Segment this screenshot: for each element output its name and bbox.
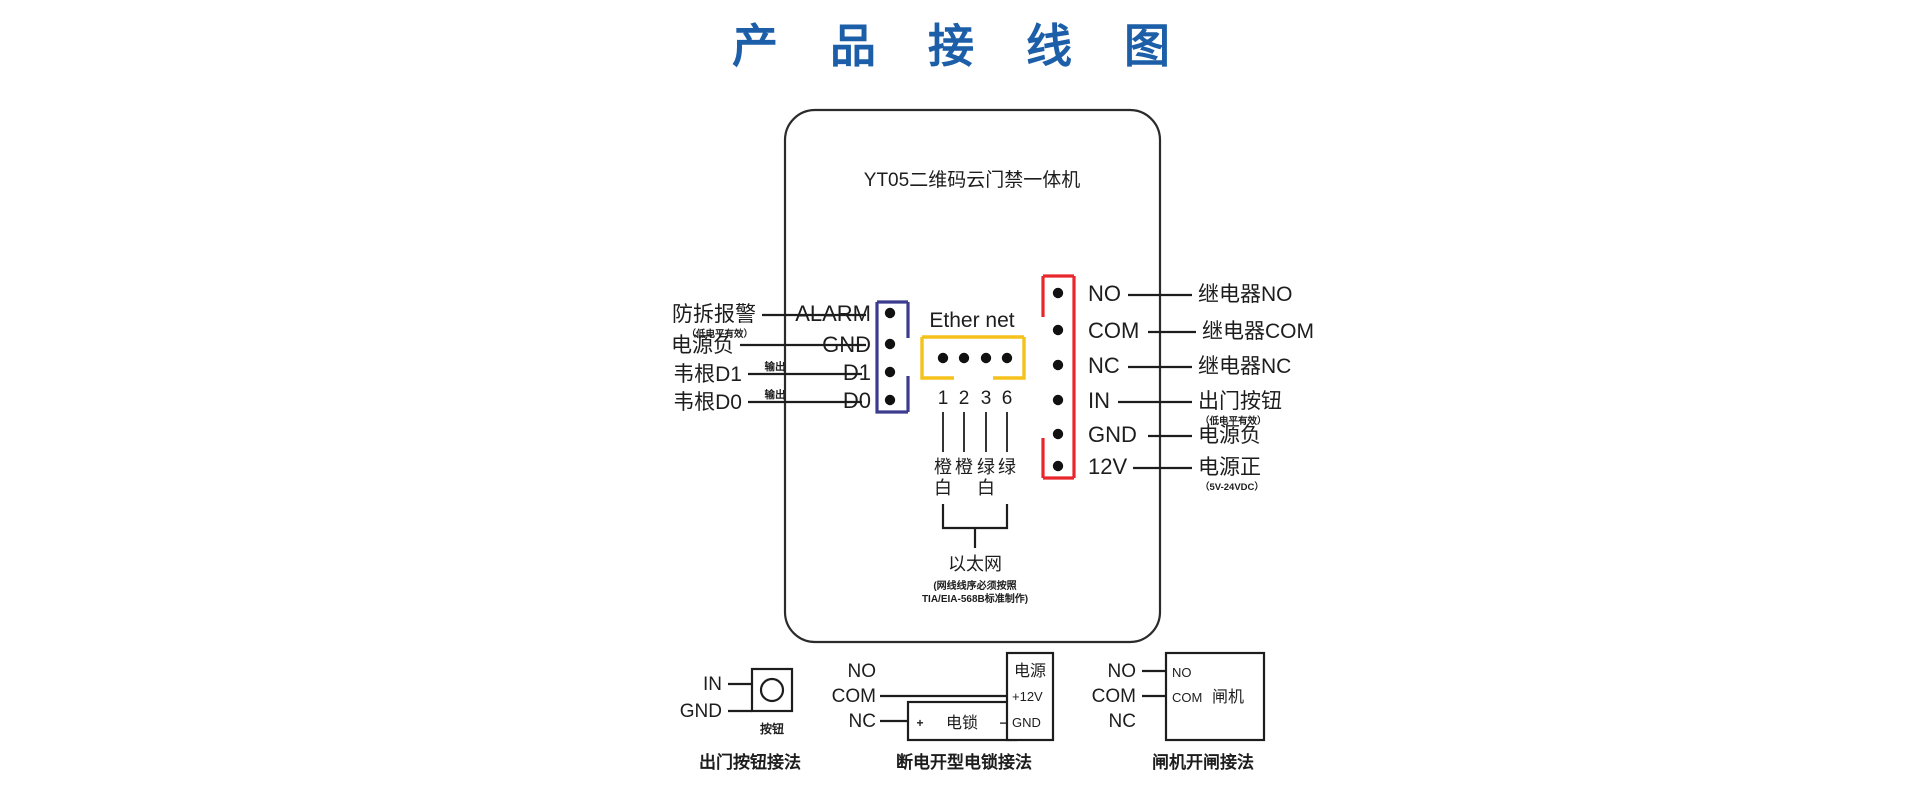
left-desc-0: 防拆报警 (672, 303, 756, 326)
right-pin-label-4: GND (1088, 422, 1137, 447)
turnstile-pin-1: COM (1092, 686, 1136, 707)
sub-diagram-turnstile: NO COM NC NO COM 闸机 闸机开闸接法 (1092, 651, 1266, 772)
turnstile-pin-2: NC (1109, 711, 1136, 732)
left-pin-label-0: ALARM (795, 301, 871, 326)
right-desc-5-sub: （5V-24VDC） (1200, 481, 1264, 493)
ethernet-wire-color-top-2: 绿 (977, 457, 995, 477)
right-desc-5: 电源正 (1198, 456, 1261, 479)
left-pin-label-2: D1 (843, 360, 871, 385)
supply-ground-label: GND (1012, 715, 1041, 730)
ethernet-pin-number-2: 3 (981, 388, 992, 409)
device-name: YT05二维码云门禁一体机 (864, 169, 1080, 191)
lock-pin-2: NC (849, 711, 876, 732)
turnstile-box-pin-0: NO (1172, 665, 1192, 680)
ethernet-wire-color-bottom-2: 白 (977, 478, 995, 498)
lock-minus-label: − (999, 716, 1006, 730)
lock-plus-label: + (916, 716, 923, 730)
right-pin-label-3: IN (1088, 388, 1110, 413)
ethernet-pin-number-3: 6 (1002, 388, 1013, 409)
ethernet-wire-color-bottom-0: 白 (934, 478, 952, 498)
supply-positive-label: +12V (1012, 689, 1043, 704)
ethernet-wire-color-top-3: 绿 (998, 457, 1016, 477)
turnstile-caption: 闸机开闸接法 (1152, 752, 1254, 772)
turnstile-pin-0: NO (1108, 661, 1137, 682)
ethernet-note-line-2: TIA/EIA-568B标准制作) (922, 592, 1028, 605)
supply-label: 电源 (1014, 662, 1046, 680)
left-pin-label-3: D0 (843, 388, 871, 413)
right-desc-3: 出门按钮 (1198, 390, 1282, 413)
ethernet-pin-number-1: 2 (959, 388, 970, 409)
wiring-diagram-page: 产 品 接 线 图 YT05二维码云门禁一体机 ALARM GND D1 D0 (0, 0, 1920, 810)
turnstile-box-label: 闸机 (1212, 688, 1244, 706)
right-pin-label-0: NO (1088, 281, 1121, 306)
ethernet-note-line-1: (网线线序必须按照 (933, 579, 1016, 592)
exit-button-caption: 出门按钮接法 (699, 752, 801, 772)
push-button-icon (759, 677, 785, 703)
lock-pin-1: COM (832, 686, 876, 707)
left-desc-2: 韦根D1 (673, 363, 742, 386)
right-desc-4: 电源负 (1198, 424, 1261, 447)
ethernet-wire-color-top-1: 橙 (955, 457, 973, 477)
turnstile-box-pin-1: COM (1172, 690, 1202, 705)
left-wire-note-2: 输出 (765, 360, 786, 373)
power-off-lock-caption: 断电开型电锁接法 (896, 752, 1032, 772)
right-pin-label-5: 12V (1088, 454, 1127, 479)
ethernet-title: Ether net (929, 309, 1014, 332)
lock-pin-0: NO (848, 661, 877, 682)
product-wiring-diagram-svg: 产 品 接 线 图 YT05二维码云门禁一体机 ALARM GND D1 D0 (671, 19, 1314, 772)
ethernet-group-label: 以太网 (948, 554, 1002, 574)
exit-button-box-caption: 按钮 (760, 721, 784, 736)
right-pin-label-2: NC (1088, 353, 1120, 378)
ethernet-pin-number-0: 1 (938, 388, 949, 409)
right-desc-1: 继电器COM (1202, 320, 1314, 343)
ethernet-wire-color-top-0: 橙 (934, 457, 952, 477)
exit-button-pin-1: GND (680, 701, 722, 722)
sub-diagram-exit-button: IN GND 按钮 出门按钮接法 (680, 667, 801, 772)
left-desc-3: 韦根D0 (673, 391, 742, 414)
page-title: 产 品 接 线 图 (732, 19, 1188, 73)
exit-button-pin-0: IN (703, 674, 722, 695)
left-wire-note-3: 输出 (765, 388, 786, 401)
right-desc-0: 继电器NO (1198, 283, 1293, 306)
right-desc-2: 继电器NC (1198, 355, 1291, 378)
right-pin-label-1: COM (1088, 318, 1139, 343)
left-desc-1: 电源负 (671, 334, 734, 357)
sub-diagram-power-off-lock: NO COM NC + 电锁 − 电源 +12V GND 断电开型电锁接法 (832, 651, 1055, 772)
lock-label: 电锁 (946, 714, 978, 732)
